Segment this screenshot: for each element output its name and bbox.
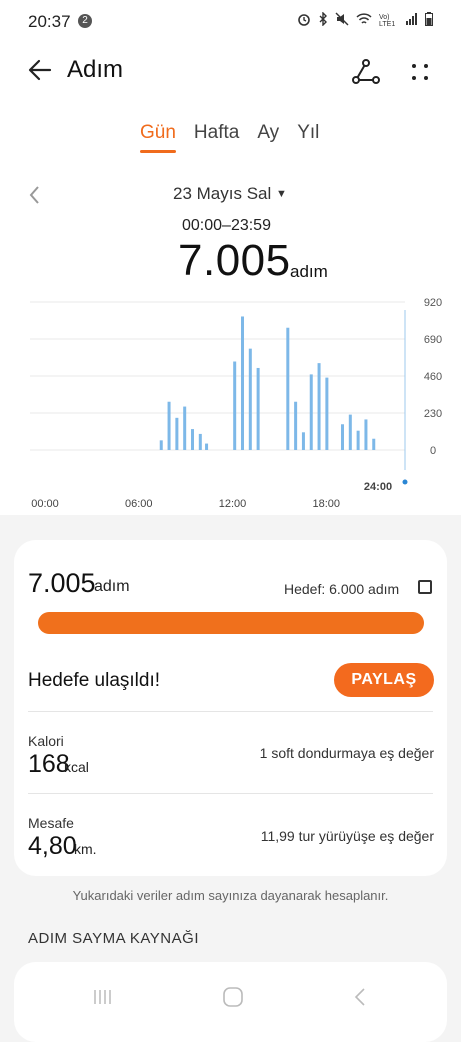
chart-bar [241,316,244,450]
tab-month[interactable]: Ay [257,122,279,153]
chart-bar [159,440,163,450]
total-steps: 7.005 [178,236,291,285]
chart-bar [183,406,187,450]
chart-bar [205,443,209,450]
y-tick-label: 690 [424,334,442,346]
goal-text: Hedef: 6.000 adım [284,581,400,597]
x-tick-label: 00:00 [31,498,59,510]
time-range: 00:00–23:59 [182,217,271,234]
chart-bar [294,401,298,450]
signal-icon [406,13,418,28]
steps-bar-chart[interactable]: 920 690 460 230 0 00:00 06:00 12:00 18:00 24:00 [0,290,461,520]
status-time: 20:37 [28,12,71,31]
card-steps-value: 7.005 [28,568,96,598]
chart-bar [248,348,252,450]
recents-icon [94,990,111,1004]
alarm-icon [297,12,311,29]
status-icons: Vo) LTE1 [297,11,433,29]
goal-reached-text: Hedefe ulaşıldı! [28,670,161,691]
calorie-label: Kalori [28,733,64,749]
tab-week[interactable]: Hafta [194,122,239,153]
back-chevron-icon [354,988,365,1006]
wifi-icon [356,12,372,29]
battery-icon [425,12,433,29]
route-button[interactable] [352,58,380,86]
chart-bar [256,367,260,450]
bluetooth-icon [318,11,328,29]
goal-progress-bar [38,612,424,634]
y-tick-label: 920 [424,297,442,309]
distance-unit: km. [74,841,97,857]
chart-bar [233,361,237,450]
distance-value: 4,80 [28,832,77,860]
calorie-unit: kcal [64,759,89,775]
page-title: Adım [67,56,124,83]
more-vertical-icon [412,64,428,80]
recents-button[interactable] [92,988,112,1006]
card-steps-unit: adım [94,578,130,595]
arrow-left-icon [28,59,52,81]
chart-bar [364,419,368,450]
total-steps-unit: adım [290,262,328,281]
x-tick-label: 18:00 [312,498,340,510]
back-button[interactable] [26,56,54,84]
x-end-label: 24:00 [364,481,392,493]
chart-bar [317,363,321,450]
edit-goal-icon[interactable] [418,580,432,594]
system-back-button[interactable] [350,986,372,1008]
chart-bar [191,429,194,450]
current-time-dot [402,479,408,485]
distance-label: Mesafe [28,815,74,831]
chart-bar [286,327,290,450]
y-tick-label: 230 [424,408,442,420]
data-footnote: Yukarıdaki veriler adım sayınıza dayanar… [72,888,389,903]
chart-bar [341,424,344,450]
divider [28,711,433,712]
chart-bar [167,401,171,450]
chart-bar [348,414,352,450]
share-button[interactable]: PAYLAŞ [334,663,434,697]
x-tick-label: 12:00 [219,498,247,510]
distance-equivalent: 11,99 tur yürüyüşe eş değer [260,828,434,844]
volte-icon: Vo) LTE1 [379,13,396,28]
y-tick-label: 460 [424,371,442,383]
period-tabs: Gün Hafta Ay Yıl [140,122,319,153]
date-selector[interactable]: 23 Mayıs Sal [173,184,271,204]
chart-bar [325,377,329,450]
route-icon [352,59,380,84]
tab-day[interactable]: Gün [140,122,176,153]
source-section-title: ADIM SAYMA KAYNAĞI [28,930,199,947]
calorie-equivalent: 1 soft dondurmaya eş değer [259,745,434,761]
caret-down-icon[interactable]: ▼ [276,188,287,200]
divider [28,793,433,794]
chart-bar [198,433,202,450]
home-icon [223,987,243,1007]
x-tick-label: 06:00 [125,498,153,510]
notification-badge: 2 [78,14,92,28]
mute-icon [335,12,349,29]
more-options-button[interactable] [406,58,434,86]
y-tick-label: 0 [430,445,436,457]
tab-year[interactable]: Yıl [297,122,319,153]
chart-bar [175,417,179,450]
home-button[interactable] [222,986,244,1008]
previous-date-button[interactable] [28,184,42,212]
chart-bar [372,438,376,450]
chart-bar [356,430,360,450]
chart-bar [301,432,305,450]
chevron-left-icon [29,186,39,204]
chart-bar [309,374,313,450]
